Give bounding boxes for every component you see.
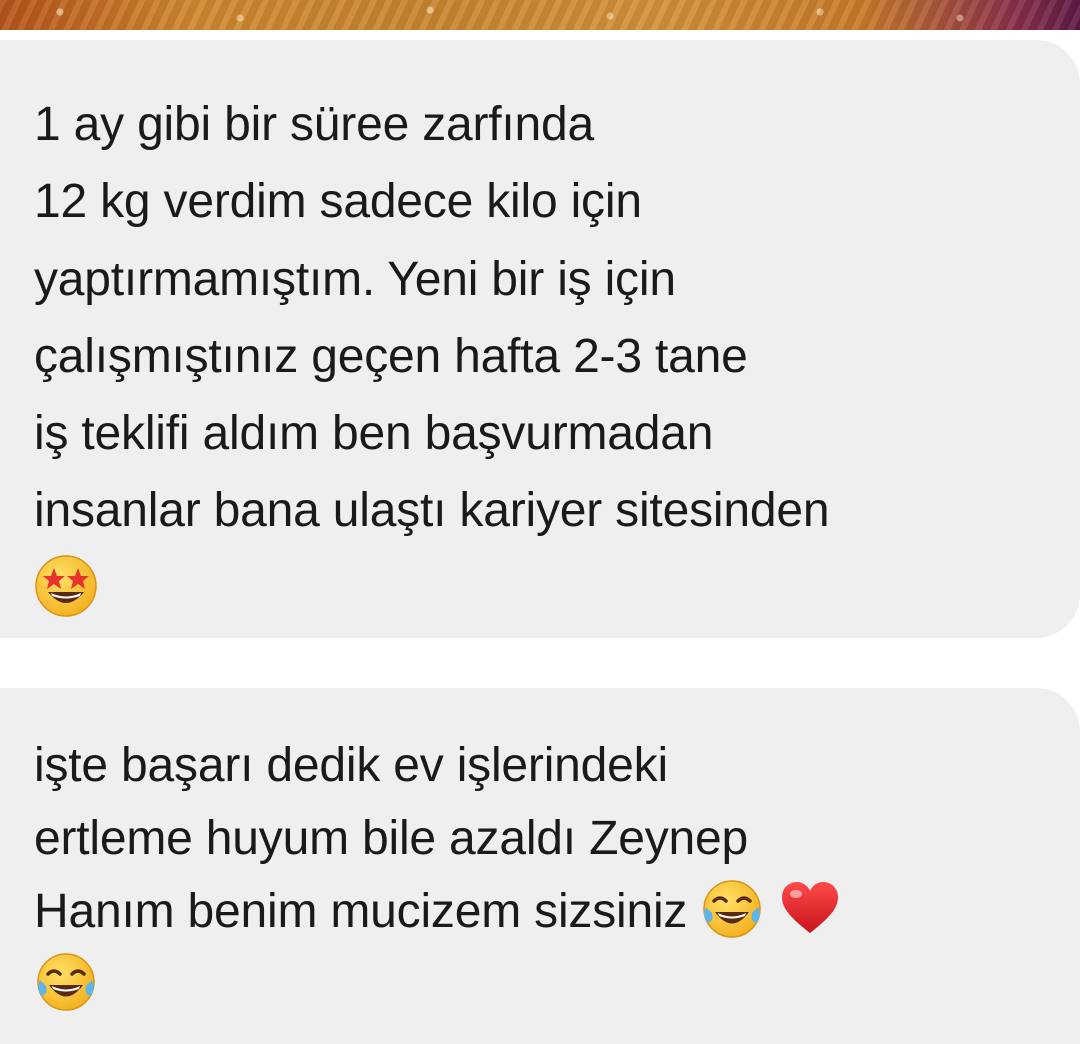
emoji-line <box>34 550 1080 627</box>
tears-of-joy-emoji-icon <box>700 877 764 941</box>
red-heart-emoji-icon <box>778 877 842 941</box>
message-line: 1 ay gibi bir süree zarfında <box>34 98 595 151</box>
message-line-with-emoji: Hanım benim mucizem sizsiniz <box>34 876 1080 949</box>
message-line: ertleme huyum bile azaldı Zeynep <box>34 811 748 865</box>
message-text: Hanım benim mucizem sizsiniz <box>34 884 688 938</box>
message-line: yaptırmamıştım. Yeni bir iş için <box>34 252 676 306</box>
star-struck-emoji-icon <box>34 554 98 618</box>
message-line: iş teklifi aldım ben başvurmadan <box>34 407 714 461</box>
message-line: çalışmıştınız geçen hafta 2-3 tane <box>34 329 748 383</box>
tears-of-joy-emoji-icon <box>34 950 98 1014</box>
message-line: işte başarı dedik ev işlerindeki <box>34 739 668 792</box>
background-banner <box>0 0 1080 30</box>
message-bubble[interactable]: işte başarı dedik ev işlerindeki ertleme… <box>0 688 1080 1044</box>
message-bubble[interactable]: 1 ay gibi bir süree zarfında 12 kg verdi… <box>0 40 1080 638</box>
message-line: 12 kg verdim sadece kilo için <box>34 175 642 229</box>
message-line: insanlar bana ulaştı kariyer sitesinden <box>34 484 830 538</box>
emoji-line <box>34 948 1080 1021</box>
